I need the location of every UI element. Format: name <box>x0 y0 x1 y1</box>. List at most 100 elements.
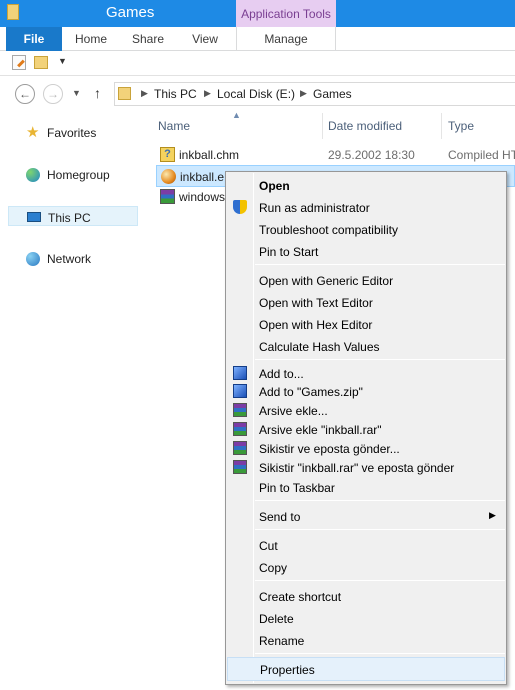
menu-item-open-with-hex-editor[interactable]: Open with Hex Editor <box>227 313 505 335</box>
winrar-archive-icon <box>160 189 175 204</box>
menu-item-label: Sikistir "inkball.rar" ve eposta gönder <box>259 461 455 475</box>
menu-item-send-to[interactable]: Send to ▶ <box>227 505 505 527</box>
new-folder-icon[interactable] <box>34 56 48 69</box>
quick-access-toolbar <box>0 51 515 76</box>
breadcrumb-chevron-icon[interactable]: ▶ <box>204 88 211 99</box>
menu-item-label: Troubleshoot compatibility <box>259 223 398 237</box>
application-tools-label: Application Tools <box>241 7 331 21</box>
file-date: 29.5.2002 18:30 <box>328 148 415 162</box>
menu-item-label: Rename <box>259 634 305 648</box>
menu-item-troubleshoot-compatibility[interactable]: Troubleshoot compatibility <box>227 218 505 240</box>
column-header-date[interactable]: Date modified <box>328 119 402 133</box>
help-file-icon: ? <box>160 147 175 162</box>
menu-item-properties[interactable]: Properties <box>227 657 505 681</box>
menu-item-label: Properties <box>260 663 315 677</box>
archive-cube-icon <box>233 384 247 398</box>
winrar-icon <box>233 441 247 455</box>
nav-item-homegroup[interactable]: Homegroup <box>8 164 138 184</box>
nav-item-label: This PC <box>48 211 91 225</box>
menu-item-rename[interactable]: Rename <box>227 629 505 651</box>
breadcrumb-chevron-icon[interactable]: ▶ <box>300 88 307 99</box>
menu-separator <box>255 264 505 265</box>
menu-item-label: Pin to Start <box>259 245 319 259</box>
nav-item-label: Favorites <box>47 126 97 140</box>
navigation-pane <box>0 110 146 690</box>
menu-item-open-with-generic-editor[interactable]: Open with Generic Editor <box>227 269 505 291</box>
winrar-icon <box>233 460 247 474</box>
file-row[interactable]: ? inkball.chm 29.5.2002 18:30 Compiled H… <box>156 144 515 166</box>
menu-item-open[interactable]: Open <box>227 174 505 196</box>
forward-button[interactable]: → <box>43 84 63 104</box>
column-header-type[interactable]: Type <box>448 119 474 133</box>
menu-separator <box>255 529 505 530</box>
star-icon: ★ <box>26 124 40 141</box>
menu-item-label: Copy <box>259 561 288 575</box>
menu-item-label: Open with Generic Editor <box>259 274 394 288</box>
menu-item-create-shortcut[interactable]: Create shortcut <box>227 585 505 607</box>
properties-icon[interactable] <box>12 55 26 70</box>
nav-item-favorites[interactable]: ★ Favorites <box>8 122 138 142</box>
file-name: windows <box>179 190 226 204</box>
file-name: inkball.e <box>180 170 225 184</box>
menu-item-pin-to-taskbar[interactable]: Pin to Taskbar <box>227 476 505 498</box>
tab-file[interactable]: File <box>6 27 62 51</box>
up-button[interactable]: ↑ <box>94 85 101 101</box>
menu-item-open-with-text-editor[interactable]: Open with Text Editor <box>227 291 505 313</box>
customize-toolbar-dropdown-icon[interactable]: ▼ <box>58 56 70 66</box>
nav-item-network[interactable]: Network <box>8 248 138 268</box>
nav-item-this-pc[interactable]: This PC <box>8 206 138 226</box>
network-icon <box>26 252 40 266</box>
application-icon <box>161 169 176 184</box>
menu-item-cut[interactable]: Cut <box>227 534 505 556</box>
breadcrumb-games[interactable]: Games <box>313 87 352 101</box>
menu-item-label: Arsive ekle... <box>259 404 328 418</box>
column-divider[interactable] <box>441 113 442 139</box>
menu-separator <box>255 359 505 360</box>
menu-item-label: Add to "Games.zip" <box>259 385 363 399</box>
menu-item-label: Open with Hex Editor <box>259 318 373 332</box>
column-divider[interactable] <box>322 113 323 139</box>
winrar-icon <box>233 403 247 417</box>
nav-item-label: Network <box>47 252 92 266</box>
menu-separator <box>255 500 505 501</box>
tab-share[interactable]: Share <box>120 27 176 51</box>
breadcrumb-local-disk[interactable]: Local Disk (E:) <box>217 87 295 101</box>
uac-shield-icon <box>233 200 247 214</box>
archive-cube-icon <box>233 366 247 380</box>
tab-home[interactable]: Home <box>64 27 118 51</box>
breadcrumb-chevron-icon[interactable]: ▶ <box>141 88 148 99</box>
recent-locations-dropdown-icon[interactable]: ▼ <box>72 88 81 98</box>
folder-icon <box>7 4 19 20</box>
menu-item-label: Sikistir ve eposta gönder... <box>259 442 400 456</box>
menu-item-label: Open with Text Editor <box>259 296 373 310</box>
menu-item-label: Add to... <box>259 367 304 381</box>
column-header-name[interactable]: Name <box>158 119 190 133</box>
menu-separator <box>255 653 505 654</box>
menu-item-sikistir-inkball-rar-eposta[interactable]: Sikistir "inkball.rar" ve eposta gönder <box>227 456 505 478</box>
folder-icon <box>118 87 131 100</box>
winrar-icon <box>233 422 247 436</box>
menu-item-label: Pin to Taskbar <box>259 481 335 495</box>
tab-view[interactable]: View <box>178 27 232 51</box>
menu-item-run-as-administrator[interactable]: Run as administrator <box>227 196 505 218</box>
back-button[interactable]: ← <box>15 84 35 104</box>
menu-item-label: Arsive ekle "inkball.rar" <box>259 423 382 437</box>
menu-item-label: Cut <box>259 539 278 553</box>
menu-item-calculate-hash-values[interactable]: Calculate Hash Values <box>227 335 505 357</box>
menu-item-label: Open <box>259 179 290 193</box>
nav-item-label: Homegroup <box>47 168 110 182</box>
window-title: Games <box>106 4 155 21</box>
menu-item-delete[interactable]: Delete <box>227 607 505 629</box>
file-type: Compiled HT <box>448 148 515 162</box>
menu-item-label: Create shortcut <box>259 590 342 604</box>
menu-item-pin-to-start[interactable]: Pin to Start <box>227 240 505 262</box>
menu-item-label: Send to <box>259 510 301 524</box>
sort-ascending-icon: ▲ <box>232 110 241 120</box>
tab-manage[interactable]: Manage <box>236 27 336 51</box>
computer-icon <box>27 212 41 222</box>
menu-item-label: Delete <box>259 612 294 626</box>
breadcrumb-this-pc[interactable]: This PC <box>154 87 197 101</box>
menu-item-copy[interactable]: Copy <box>227 556 505 578</box>
homegroup-icon <box>26 168 40 182</box>
file-name: inkball.chm <box>179 148 240 162</box>
